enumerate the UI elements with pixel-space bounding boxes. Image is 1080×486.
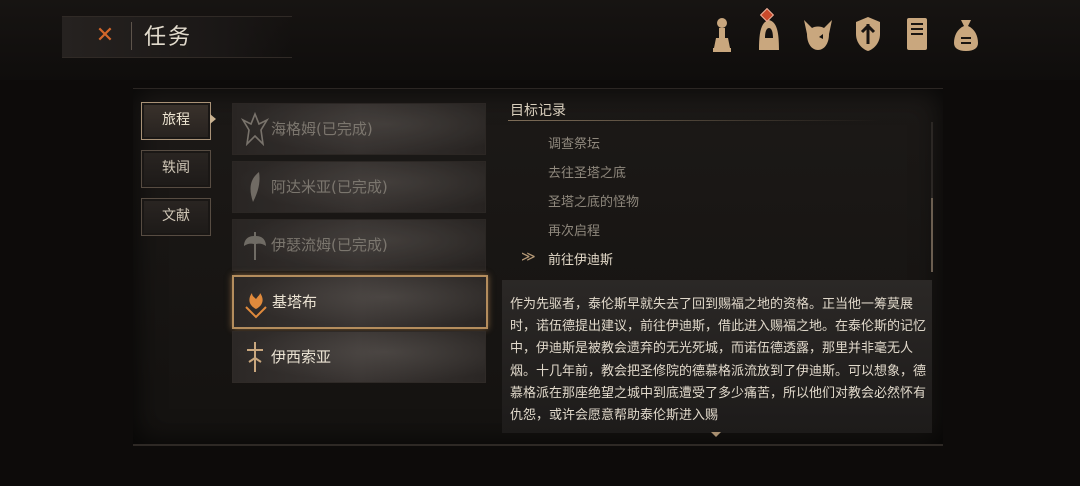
objective-log-title: 目标记录 <box>510 103 566 119</box>
hooded-figure-icon[interactable] <box>752 7 786 54</box>
objective-item: 再次启程 <box>548 224 601 239</box>
objective-item: 去往圣塔之底 <box>548 166 627 181</box>
story-text-box[interactable]: 作为先驱者，泰伦斯早就失去了回到赐福之地的资格。正当他一筹莫展时，诺伍德提出建议… <box>502 280 932 433</box>
quest-item-isisoa[interactable]: 伊西索亚 <box>232 331 486 383</box>
flame-sigil-icon <box>242 285 270 319</box>
sword-crest-icon <box>241 340 269 374</box>
altar-icon[interactable] <box>705 14 739 54</box>
story-text: 作为先驱者，泰伦斯早就失去了回到赐福之地的资格。正当他一筹莫展时，诺伍德提出建议… <box>510 297 927 424</box>
quest-label: 阿达米亚(已完成) <box>271 178 388 196</box>
battle-axe-icon <box>241 228 269 262</box>
active-tab-arrow-icon <box>210 114 216 124</box>
quest-label: 基塔布 <box>272 293 318 311</box>
tab-documents[interactable]: 文献 <box>141 198 211 236</box>
quest-label: 伊西索亚 <box>271 348 332 366</box>
quest-label: 海格姆(已完成) <box>271 120 373 138</box>
scroll-down-icon[interactable] <box>711 432 721 437</box>
winged-sigil-icon <box>240 111 270 147</box>
objective-item: 调查祭坛 <box>548 137 601 152</box>
quest-item-isserium[interactable]: 伊瑟流姆(已完成) <box>232 219 486 271</box>
panel-bottom-edge <box>133 444 943 446</box>
objective-scroll-thumb[interactable] <box>931 198 933 272</box>
page-title: 任务 <box>144 25 193 50</box>
close-icon[interactable]: ✕ <box>90 23 120 49</box>
quest-item-adamia[interactable]: 阿达米亚(已完成) <box>232 161 486 213</box>
quest-item-kitab[interactable]: 基塔布 <box>232 275 488 329</box>
tab-journey[interactable]: 旅程 <box>141 102 211 140</box>
quest-item-haigem[interactable]: 海格姆(已完成) <box>232 103 486 155</box>
journal-book-icon[interactable] <box>900 14 934 54</box>
shield-emblem-icon[interactable] <box>851 14 885 54</box>
title-divider <box>131 22 132 50</box>
current-objective-arrow-icon: ≫ <box>521 249 536 265</box>
tab-anecdotes[interactable]: 轶闻 <box>141 150 211 188</box>
feather-blade-icon <box>241 170 269 204</box>
objective-item: 圣塔之底的怪物 <box>548 195 640 210</box>
objective-item-current: 前往伊迪斯 <box>548 253 614 268</box>
coin-pouch-icon[interactable] <box>949 14 983 54</box>
demon-skull-icon[interactable] <box>801 14 835 54</box>
title-underline <box>508 120 880 121</box>
quest-label: 伊瑟流姆(已完成) <box>271 236 388 254</box>
